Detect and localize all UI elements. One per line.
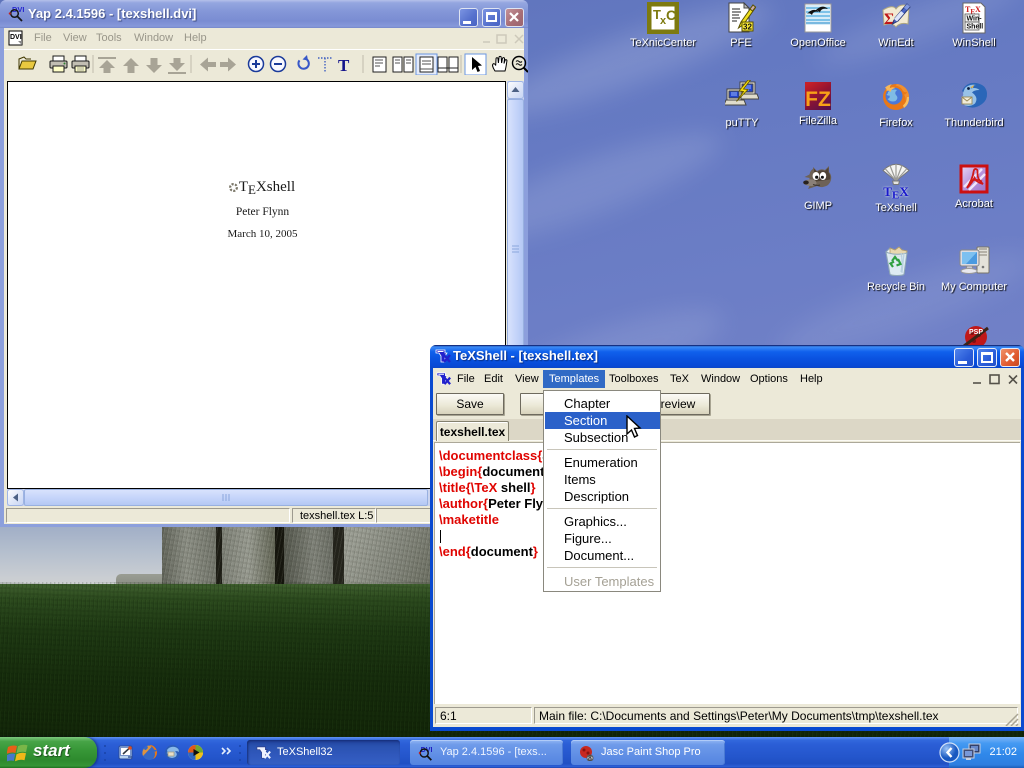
svg-text:32: 32 — [743, 23, 752, 32]
svg-text:Shell: Shell — [967, 24, 984, 31]
svg-text:DVI: DVI — [10, 34, 22, 41]
svg-text:Σ: Σ — [884, 11, 894, 28]
svg-text:Win-: Win- — [967, 16, 983, 23]
svg-text:C: C — [666, 7, 676, 23]
svg-text:8: 8 — [588, 756, 592, 762]
svg-text:PSP: PSP — [969, 329, 983, 336]
svg-text:T: T — [338, 56, 350, 75]
svg-text:TEX: TEX — [883, 184, 909, 199]
svg-text:FZ: FZ — [805, 88, 831, 111]
